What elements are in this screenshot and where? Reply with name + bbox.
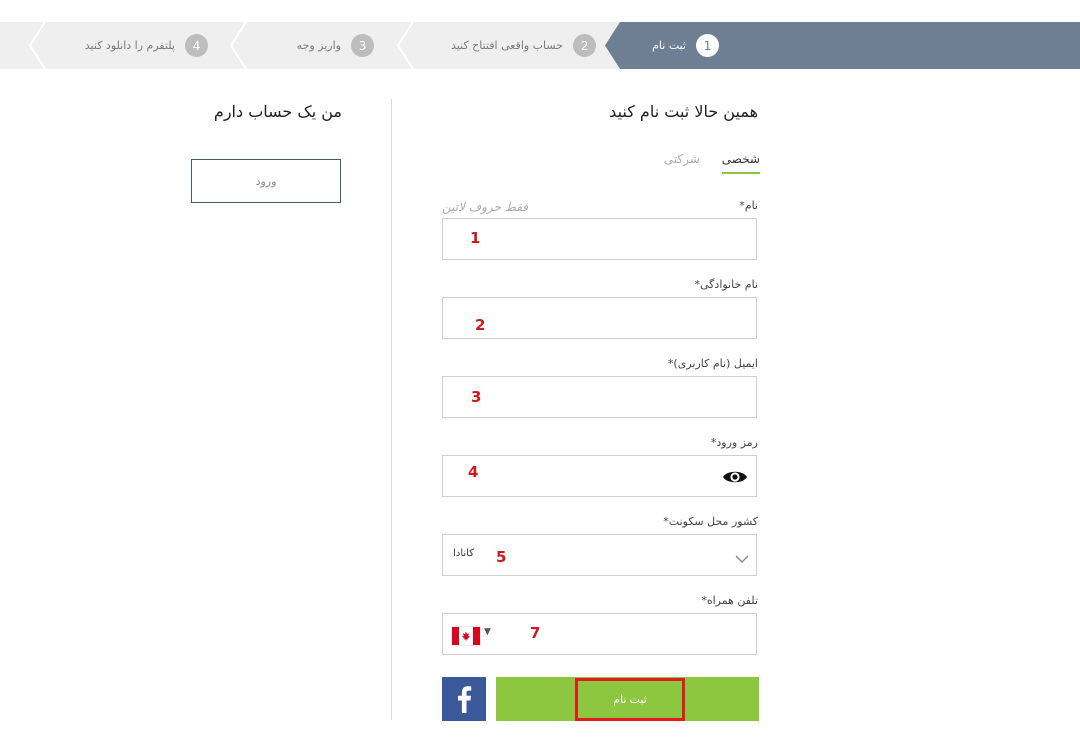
annotation-marker: 7: [530, 624, 541, 642]
first-name-input[interactable]: 1: [442, 218, 757, 260]
chevron-down-icon: [735, 549, 749, 568]
step-label: ثبت نام: [652, 39, 686, 52]
registration-stepper: 1 ثبت نام 2 حساب واقعی افتتاح کنید 3 وار…: [0, 22, 1080, 69]
step-4[interactable]: 4 پلتفرم را دانلود کنید: [85, 22, 208, 69]
step-divider: [28, 22, 46, 69]
submit-highlight-box: ثبت نام: [575, 678, 685, 721]
step-1[interactable]: 1 ثبت نام: [652, 22, 719, 69]
submit-label: ثبت نام: [613, 694, 647, 706]
password-label: رمز ورود*: [710, 436, 758, 449]
tab-corporate[interactable]: شرکتی: [664, 152, 700, 174]
annotation-marker: 2: [475, 316, 486, 334]
country-label: کشور محل سکونت*: [663, 515, 758, 528]
password-input[interactable]: 4: [442, 455, 757, 497]
step-label: حساب واقعی افتتاح کنید: [451, 39, 563, 52]
tab-personal[interactable]: شخصی: [721, 152, 760, 174]
step-number: 2: [573, 34, 596, 57]
login-title: من یک حساب دارم: [213, 102, 342, 121]
facebook-login-button[interactable]: [442, 677, 486, 721]
canada-flag-icon[interactable]: [451, 626, 481, 646]
step-number: 1: [696, 34, 719, 57]
last-name-label: نام خانوادگی*: [694, 278, 758, 291]
signup-submit-button[interactable]: ثبت نام: [496, 677, 759, 721]
country-select[interactable]: کانادا 5: [442, 534, 757, 576]
top-strip: [0, 0, 1080, 22]
annotation-marker: 3: [471, 388, 482, 406]
step-divider: [396, 22, 414, 69]
caret-down-icon[interactable]: ▼: [484, 627, 491, 637]
first-name-label: نام*: [739, 199, 758, 212]
step-3[interactable]: 3 واریز وجه: [297, 22, 374, 69]
account-type-tabs: شخصی شرکتی: [664, 152, 760, 174]
email-input[interactable]: 3: [442, 376, 757, 418]
annotation-marker: 4: [468, 463, 479, 481]
login-button[interactable]: ورود: [191, 159, 341, 203]
country-selected-value: کانادا: [453, 548, 474, 559]
first-name-hint: فقط حروف لاتین: [442, 200, 529, 214]
phone-input[interactable]: ▼ 7: [442, 613, 757, 655]
step-divider: [229, 22, 247, 69]
email-label: ایمیل (نام کاربری)*: [667, 357, 758, 370]
column-divider: [391, 99, 392, 720]
step-label: واریز وجه: [296, 39, 341, 52]
last-name-input[interactable]: 2: [442, 297, 757, 339]
phone-label: تلفن همراه*: [701, 594, 758, 607]
step-label: پلتفرم را دانلود کنید: [84, 39, 175, 52]
facebook-icon: [458, 686, 472, 713]
step-2[interactable]: 2 حساب واقعی افتتاح کنید: [451, 22, 596, 69]
annotation-marker: 1: [470, 229, 481, 247]
signup-title: همین حالا ثبت نام کنید: [609, 102, 758, 121]
step-number: 4: [185, 34, 208, 57]
annotation-marker: 5: [496, 548, 507, 566]
eye-icon[interactable]: [722, 468, 748, 490]
step-number: 3: [351, 34, 374, 57]
